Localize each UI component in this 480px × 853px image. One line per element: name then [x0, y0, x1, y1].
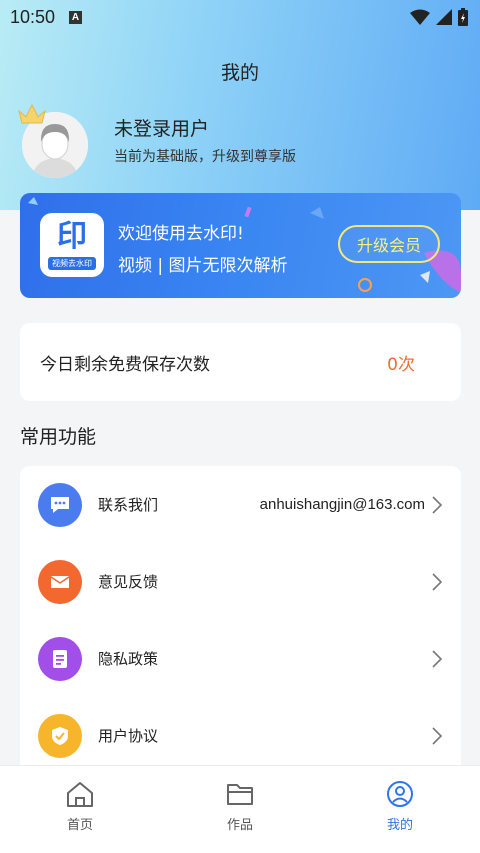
user-subtitle: 当前为基础版，升级到尊享版: [114, 149, 296, 165]
quota-label: 今日剩余免费保存次数: [40, 354, 210, 375]
folder-icon: [227, 784, 253, 805]
crown-icon: [18, 103, 46, 124]
tab-works[interactable]: 作品: [160, 766, 320, 853]
page-title: 我的: [220, 62, 259, 84]
functions-list: 联系我们 anhuishangjin@163.com 意见反馈 隐私政策 用户协…: [20, 466, 461, 776]
signal-icon: [436, 9, 452, 25]
contact-us-label: 联系我们: [98, 496, 159, 514]
wifi-icon: [410, 9, 430, 25]
status-bar: 10:50 A: [0, 0, 480, 34]
feedback-label: 意见反馈: [98, 573, 159, 591]
mail-icon: [38, 559, 82, 604]
free-quota-card: 今日剩余免费保存次数 0次: [20, 323, 461, 401]
privacy-policy-row[interactable]: 隐私政策: [20, 620, 461, 697]
bottom-tab-bar: 首页 作品 我的: [0, 765, 480, 853]
user-circle-icon: [387, 781, 413, 807]
tab-home[interactable]: 首页: [0, 766, 160, 853]
feedback-row[interactable]: 意见反馈: [20, 543, 461, 620]
contact-email: anhuishangjin@163.com: [259, 496, 425, 513]
app-logo-tag: 视频去水印: [48, 256, 96, 270]
chevron-right-icon: [432, 495, 443, 514]
app-logo-glyph: 印: [57, 218, 87, 254]
chevron-right-icon: [432, 726, 443, 745]
tab-home-label: 首页: [66, 818, 93, 833]
tab-works-label: 作品: [226, 818, 253, 833]
user-agreement-label: 用户协议: [98, 727, 159, 745]
user-name[interactable]: 未登录用户: [114, 114, 209, 141]
contact-us-row[interactable]: 联系我们 anhuishangjin@163.com: [20, 466, 461, 543]
chevron-right-icon: [432, 649, 443, 668]
vip-welcome-text: 欢迎使用去水印!: [118, 224, 244, 244]
status-time: 10:50: [10, 6, 56, 27]
shield-check-icon: [38, 713, 82, 758]
chat-icon: [38, 482, 82, 527]
user-agreement-row[interactable]: 用户协议: [20, 697, 461, 774]
battery-icon: [458, 8, 468, 26]
upgrade-vip-button[interactable]: 升级会员: [338, 225, 440, 263]
section-title: 常用功能: [20, 426, 97, 448]
notification-badge: A: [69, 10, 83, 24]
document-icon: [38, 636, 82, 681]
tab-mine[interactable]: 我的: [320, 766, 480, 853]
vip-feature-text: 视频 | 图片无限次解析: [118, 256, 288, 276]
home-icon: [67, 782, 93, 807]
tab-mine-label: 我的: [386, 818, 413, 833]
vip-banner[interactable]: 印 视频去水印 欢迎使用去水印! 视频 | 图片无限次解析 升级会员: [20, 193, 461, 298]
quota-value: 0次: [387, 354, 415, 375]
privacy-policy-label: 隐私政策: [98, 650, 159, 668]
app-logo: 印 视频去水印: [40, 213, 104, 277]
chevron-right-icon: [432, 572, 443, 591]
